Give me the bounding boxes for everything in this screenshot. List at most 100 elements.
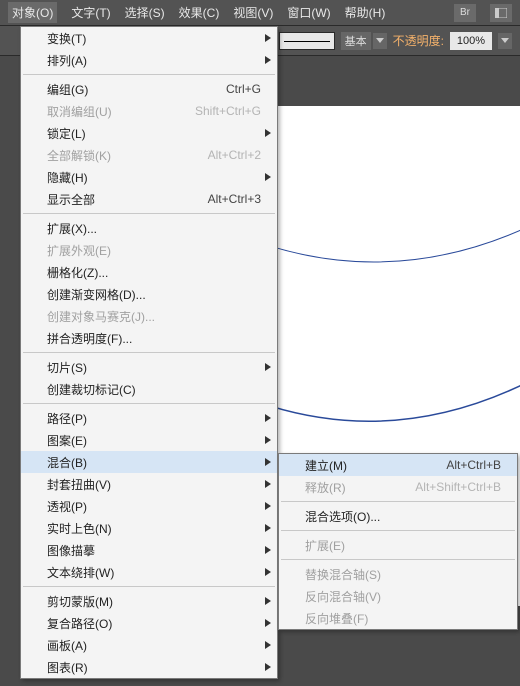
- object-menu-item-14: 创建对象马赛克(J)...: [21, 305, 277, 327]
- layout-icon[interactable]: [490, 4, 512, 22]
- menu-item-shortcut: Alt+Ctrl+3: [208, 192, 261, 206]
- menubar-item-text[interactable]: 文字(T): [71, 4, 110, 21]
- object-menu-item-12[interactable]: 栅格化(Z)...: [21, 261, 277, 283]
- object-menu-item-8[interactable]: 显示全部Alt+Ctrl+3: [21, 188, 277, 210]
- submenu-arrow-icon: [265, 458, 271, 466]
- menubar-item-select[interactable]: 选择(S): [125, 4, 165, 21]
- object-menu-item-1[interactable]: 排列(A): [21, 49, 277, 71]
- menu-separator: [23, 213, 275, 214]
- menu-item-label: 扩展(E): [305, 537, 501, 554]
- object-menu-item-27[interactable]: 文本绕排(W): [21, 561, 277, 583]
- menubar-item-effect[interactable]: 效果(C): [179, 4, 220, 21]
- menu-item-label: 拼合透明度(F)...: [47, 330, 261, 347]
- submenu-arrow-icon: [265, 363, 271, 371]
- object-menu-item-17[interactable]: 切片(S): [21, 356, 277, 378]
- object-menu-item-31[interactable]: 画板(A): [21, 634, 277, 656]
- menu-item-label: 栅格化(Z)...: [47, 264, 261, 281]
- menu-item-shortcut: Alt+Ctrl+2: [208, 148, 261, 162]
- menu-item-label: 切片(S): [47, 359, 261, 376]
- object-menu-item-13[interactable]: 创建渐变网格(D)...: [21, 283, 277, 305]
- object-menu-item-20[interactable]: 路径(P): [21, 407, 277, 429]
- menu-item-label: 封套扭曲(V): [47, 476, 261, 493]
- submenu-arrow-icon: [265, 56, 271, 64]
- bridge-icon[interactable]: Br: [454, 4, 476, 22]
- menu-item-label: 取消编组(U): [47, 103, 145, 120]
- blend-menu-item-5: 扩展(E): [279, 534, 517, 556]
- submenu-arrow-icon: [265, 502, 271, 510]
- menubar-item-help[interactable]: 帮助(H): [345, 4, 386, 21]
- submenu-arrow-icon: [265, 597, 271, 605]
- submenu-arrow-icon: [265, 129, 271, 137]
- submenu-arrow-icon: [265, 34, 271, 42]
- object-menu: 变换(T) 排列(A) 编组(G) Ctrl+G 取消编组(U) Shift+Ctrl+G…: [20, 26, 278, 679]
- menu-separator: [23, 586, 275, 587]
- object-menu-item-23[interactable]: 封套扭曲(V): [21, 473, 277, 495]
- opacity-dropdown[interactable]: [498, 33, 512, 49]
- opacity-value[interactable]: 100%: [450, 32, 492, 50]
- menu-item-label: 图像描摹: [47, 542, 261, 559]
- object-menu-item-11: 扩展外观(E): [21, 239, 277, 261]
- menu-item-shortcut: Ctrl+G: [226, 82, 261, 96]
- menu-item-label: 创建裁切标记(C): [47, 381, 261, 398]
- blend-menu-item-0[interactable]: 建立(M) Alt+Ctrl+B: [279, 454, 517, 476]
- submenu-arrow-icon: [265, 641, 271, 649]
- menu-item-label: 编组(G): [47, 81, 176, 98]
- menu-item-shortcut: Alt+Ctrl+B: [446, 458, 501, 472]
- submenu-arrow-icon: [265, 546, 271, 554]
- menu-separator: [281, 559, 515, 560]
- submenu-arrow-icon: [265, 568, 271, 576]
- menu-separator: [281, 530, 515, 531]
- object-menu-item-0[interactable]: 变换(T): [21, 27, 277, 49]
- menu-separator: [281, 501, 515, 502]
- object-menu-item-18[interactable]: 创建裁切标记(C): [21, 378, 277, 400]
- menu-separator: [23, 74, 275, 75]
- menu-item-shortcut: Shift+Ctrl+G: [195, 104, 261, 118]
- blend-submenu: 建立(M) Alt+Ctrl+B 释放(R) Alt+Shift+Ctrl+B 混合选项…: [278, 453, 518, 630]
- object-menu-item-5[interactable]: 锁定(L): [21, 122, 277, 144]
- menu-item-label: 混合选项(O)...: [305, 508, 501, 525]
- stroke-style-label[interactable]: 基本: [341, 32, 371, 50]
- menu-item-label: 创建对象马赛克(J)...: [47, 308, 261, 325]
- menubar-item-window[interactable]: 窗口(W): [287, 4, 330, 21]
- stroke-preview[interactable]: [279, 32, 335, 50]
- object-menu-item-7[interactable]: 隐藏(H): [21, 166, 277, 188]
- submenu-arrow-icon: [265, 436, 271, 444]
- submenu-arrow-icon: [265, 173, 271, 181]
- blend-menu-item-3[interactable]: 混合选项(O)...: [279, 505, 517, 527]
- object-menu-item-25[interactable]: 实时上色(N): [21, 517, 277, 539]
- menu-item-label: 文本绕排(W): [47, 564, 261, 581]
- menu-item-label: 创建渐变网格(D)...: [47, 286, 261, 303]
- submenu-arrow-icon: [265, 524, 271, 532]
- menu-item-label: 排列(A): [47, 52, 261, 69]
- menubar-item-object[interactable]: 对象(O): [8, 2, 57, 23]
- submenu-arrow-icon: [265, 663, 271, 671]
- object-menu-item-3[interactable]: 编组(G) Ctrl+G: [21, 78, 277, 100]
- menu-item-label: 全部解锁(K): [47, 147, 158, 164]
- blend-menu-item-1: 释放(R) Alt+Shift+Ctrl+B: [279, 476, 517, 498]
- menu-item-label: 复合路径(O): [47, 615, 261, 632]
- object-menu-item-29[interactable]: 剪切蒙版(M): [21, 590, 277, 612]
- menu-item-label: 建立(M): [305, 457, 396, 474]
- menu-item-label: 实时上色(N): [47, 520, 261, 537]
- object-menu-item-6: 全部解锁(K) Alt+Ctrl+2: [21, 144, 277, 166]
- menu-item-label: 混合(B): [47, 454, 261, 471]
- menu-item-shortcut: Alt+Shift+Ctrl+B: [415, 480, 501, 494]
- menubar: 对象(O) 文字(T) 选择(S) 效果(C) 视图(V) 窗口(W) 帮助(H…: [0, 0, 520, 26]
- object-menu-item-4: 取消编组(U) Shift+Ctrl+G: [21, 100, 277, 122]
- object-menu-item-10[interactable]: 扩展(X)...: [21, 217, 277, 239]
- object-menu-item-15[interactable]: 拼合透明度(F)...: [21, 327, 277, 349]
- menubar-item-view[interactable]: 视图(V): [233, 4, 273, 21]
- object-menu-item-30[interactable]: 复合路径(O): [21, 612, 277, 634]
- object-menu-item-32[interactable]: 图表(R): [21, 656, 277, 678]
- menu-item-label: 扩展外观(E): [47, 242, 261, 259]
- menu-item-label: 替换混合轴(S): [305, 566, 501, 583]
- object-menu-item-26[interactable]: 图像描摹: [21, 539, 277, 561]
- menu-item-label: 图案(E): [47, 432, 261, 449]
- object-menu-item-24[interactable]: 透视(P): [21, 495, 277, 517]
- menu-item-label: 反向堆叠(F): [305, 610, 501, 627]
- object-menu-item-22[interactable]: 混合(B): [21, 451, 277, 473]
- stroke-style-dropdown[interactable]: [373, 33, 387, 49]
- menu-item-label: 释放(R): [305, 479, 365, 496]
- menu-item-label: 路径(P): [47, 410, 261, 427]
- object-menu-item-21[interactable]: 图案(E): [21, 429, 277, 451]
